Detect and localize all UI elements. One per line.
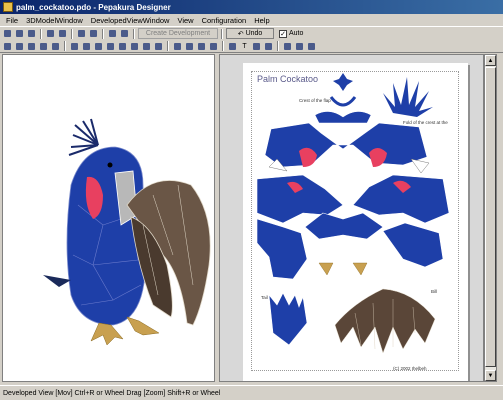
print-icon[interactable]: [26, 28, 37, 39]
open-icon[interactable]: [2, 28, 13, 39]
status-bar: Developed View [Mov] Ctrl+R or Wheel Dra…: [0, 385, 503, 400]
toolbar-separator: [71, 28, 73, 39]
fit-view-icon[interactable]: [26, 41, 37, 52]
scroll-up-icon[interactable]: ▲: [485, 55, 496, 66]
menu-view[interactable]: View: [173, 16, 197, 25]
settings-icon[interactable]: [306, 41, 317, 52]
move-icon[interactable]: [69, 41, 80, 52]
paper-sheet: Palm Cockatoo Crest of the flap Fold of …: [243, 63, 468, 381]
line-icon[interactable]: [196, 41, 207, 52]
toolbar-separator: [277, 41, 279, 51]
copy-icon[interactable]: [282, 41, 293, 52]
auto-checkbox-box[interactable]: ✓: [279, 29, 287, 38]
create-development-button[interactable]: Create Development: [138, 28, 218, 39]
join-icon[interactable]: [93, 41, 104, 52]
toolbar-separator: [40, 28, 42, 39]
fold-line-icon[interactable]: [129, 41, 140, 52]
pattern-parts: [256, 73, 450, 354]
part-bill: [334, 288, 436, 354]
title-bar: palm_cockatoo.pdo - Pepakura Designer: [0, 0, 503, 14]
part-crest-top: [329, 73, 357, 107]
text-tool-icon[interactable]: T: [239, 41, 250, 52]
number-icon[interactable]: [263, 41, 274, 52]
menu-file[interactable]: File: [2, 16, 22, 25]
rotate-icon[interactable]: [81, 41, 92, 52]
auto-label: Auto: [289, 30, 304, 37]
page-icon[interactable]: [251, 41, 262, 52]
brush-icon[interactable]: [172, 41, 183, 52]
2d-developed-view[interactable]: Palm Cockatoo Crest of the flap Fold of …: [219, 54, 484, 382]
app-icon: [3, 2, 13, 12]
undo-label: Undo: [245, 30, 263, 37]
scroll-thumb[interactable]: [485, 67, 496, 367]
scroll-down-icon[interactable]: ▼: [485, 370, 496, 381]
menu-configuration[interactable]: Configuration: [198, 16, 251, 25]
toolbar-separator: [167, 41, 169, 51]
color-icon[interactable]: [184, 41, 195, 52]
model-view-icon[interactable]: [45, 28, 56, 39]
part-foot-left: [318, 262, 334, 276]
model-tail: [43, 275, 71, 287]
arrange-icon[interactable]: [141, 41, 152, 52]
part-tail: [268, 292, 308, 346]
menu-help[interactable]: Help: [250, 16, 273, 25]
part-head-upper: [264, 122, 430, 174]
model-foot-right: [126, 316, 160, 336]
undo-arrow-icon: ↶: [237, 30, 244, 38]
toolbar-separator: [102, 28, 104, 39]
create-development-label: Create Development: [145, 30, 211, 37]
model-crest: [68, 118, 99, 156]
toolbar-separator: [64, 41, 66, 51]
toolbar-separator: [221, 28, 223, 39]
toolbar-separator: [133, 28, 135, 39]
select-icon[interactable]: [38, 41, 49, 52]
window-title: palm_cockatoo.pdo - Pepakura Designer: [16, 2, 171, 12]
grid-view-icon[interactable]: [119, 28, 130, 39]
model-eye: [107, 162, 113, 168]
model-edit-icon[interactable]: [57, 28, 68, 39]
model-foot-left: [90, 322, 124, 346]
menu-bar: File 3DModelWindow DevelopedViewWindow V…: [0, 14, 503, 27]
sheet-icon[interactable]: [50, 41, 61, 52]
paste-icon[interactable]: [294, 41, 305, 52]
zoom-out-icon[interactable]: [14, 41, 25, 52]
texture-icon[interactable]: [88, 28, 99, 39]
edit-pencil-icon[interactable]: [76, 28, 87, 39]
pointer-icon[interactable]: [208, 41, 219, 52]
part-crest-fan: [383, 77, 433, 117]
tools-toolbar: T: [0, 40, 503, 53]
layout-icon[interactable]: [107, 28, 118, 39]
undo-button[interactable]: ↶ Undo: [226, 28, 274, 39]
flap-icon[interactable]: [117, 41, 128, 52]
vertical-scrollbar[interactable]: ▲ ▼: [484, 54, 497, 382]
auto-checkbox[interactable]: ✓ Auto: [279, 29, 304, 38]
part-foot-right: [352, 262, 368, 276]
3d-model-view[interactable]: [2, 54, 215, 382]
menu-developedviewwindow[interactable]: DevelopedViewWindow: [87, 16, 174, 25]
texture-map-icon[interactable]: [153, 41, 164, 52]
search-part-icon[interactable]: [227, 41, 238, 52]
main-toolbar: Create Development ↶ Undo ✓ Auto: [0, 27, 503, 40]
split-icon[interactable]: [105, 41, 116, 52]
part-body-middle: [256, 174, 450, 280]
part-crest-wave: [314, 111, 372, 124]
toolbar-separator: [222, 41, 224, 51]
menu-3dmodelwindow[interactable]: 3DModelWindow: [22, 16, 87, 25]
status-text: Developed View [Mov] Ctrl+R or Wheel Dra…: [3, 389, 221, 397]
save-icon[interactable]: [14, 28, 25, 39]
3d-model-canvas[interactable]: [3, 55, 214, 381]
zoom-in-icon[interactable]: [2, 41, 13, 52]
